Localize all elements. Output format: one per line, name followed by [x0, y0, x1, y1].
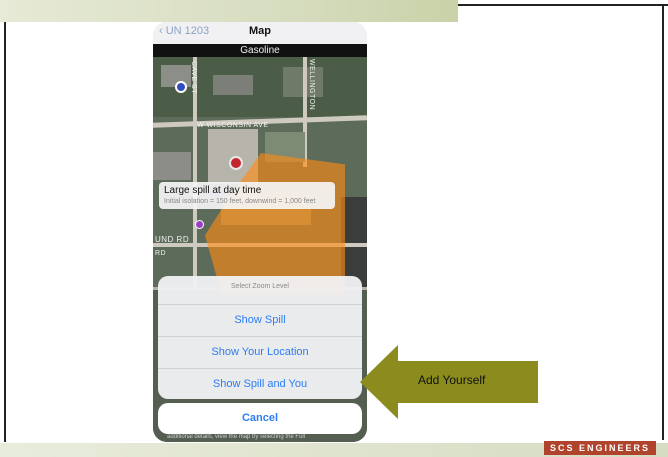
- nav-title: Map: [249, 25, 271, 37]
- slide-right-rule: [662, 4, 664, 440]
- add-yourself-callout: Add Yourself: [360, 345, 538, 419]
- spill-callout[interactable]: Large spill at day time Initial isolatio…: [159, 182, 335, 209]
- map-building: [153, 152, 191, 180]
- callout-detail: Initial isolation = 150 feet, downwind =…: [164, 198, 316, 205]
- footer-text: additional details, view the map by sele…: [167, 434, 306, 440]
- brand-logo: SCS ENGINEERS: [543, 441, 656, 455]
- material-bar: Gasoline: [153, 44, 367, 57]
- show-spill-and-you-button[interactable]: Show Spill and You: [158, 368, 362, 400]
- spill-pin-icon[interactable]: [229, 156, 243, 170]
- cancel-button[interactable]: Cancel: [158, 403, 362, 434]
- slide-left-rule: [4, 22, 6, 442]
- show-spill-button[interactable]: Show Spill: [158, 304, 362, 336]
- zoom-level-action-sheet: Select Zoom Level Show Spill Show Your L…: [158, 276, 362, 399]
- header-rule: [458, 4, 668, 6]
- road-label: CAVE ST: [190, 61, 197, 94]
- slide-header-bar: [0, 0, 668, 22]
- header-accent-band: [0, 0, 458, 22]
- action-sheet-title: Select Zoom Level: [231, 283, 289, 290]
- road-label: RD: [155, 250, 167, 257]
- show-location-button[interactable]: Show Your Location: [158, 336, 362, 368]
- location-pin-icon[interactable]: [175, 81, 187, 93]
- callout-title: Large spill at day time: [164, 185, 262, 196]
- map-building: [213, 75, 253, 95]
- annotation-label: Add Yourself: [418, 373, 486, 387]
- road-label: WELLINGTON: [308, 59, 315, 111]
- road-label: W WISCONSIN AVE: [197, 122, 269, 129]
- nav-bar: ‹ UN 1203 Map: [153, 22, 367, 44]
- user-pin-icon[interactable]: [195, 220, 204, 229]
- phone-screenshot: ‹ UN 1203 Map Gasoline W WISCONSIN AVE C…: [153, 22, 367, 442]
- road-label: UND RD: [155, 235, 190, 244]
